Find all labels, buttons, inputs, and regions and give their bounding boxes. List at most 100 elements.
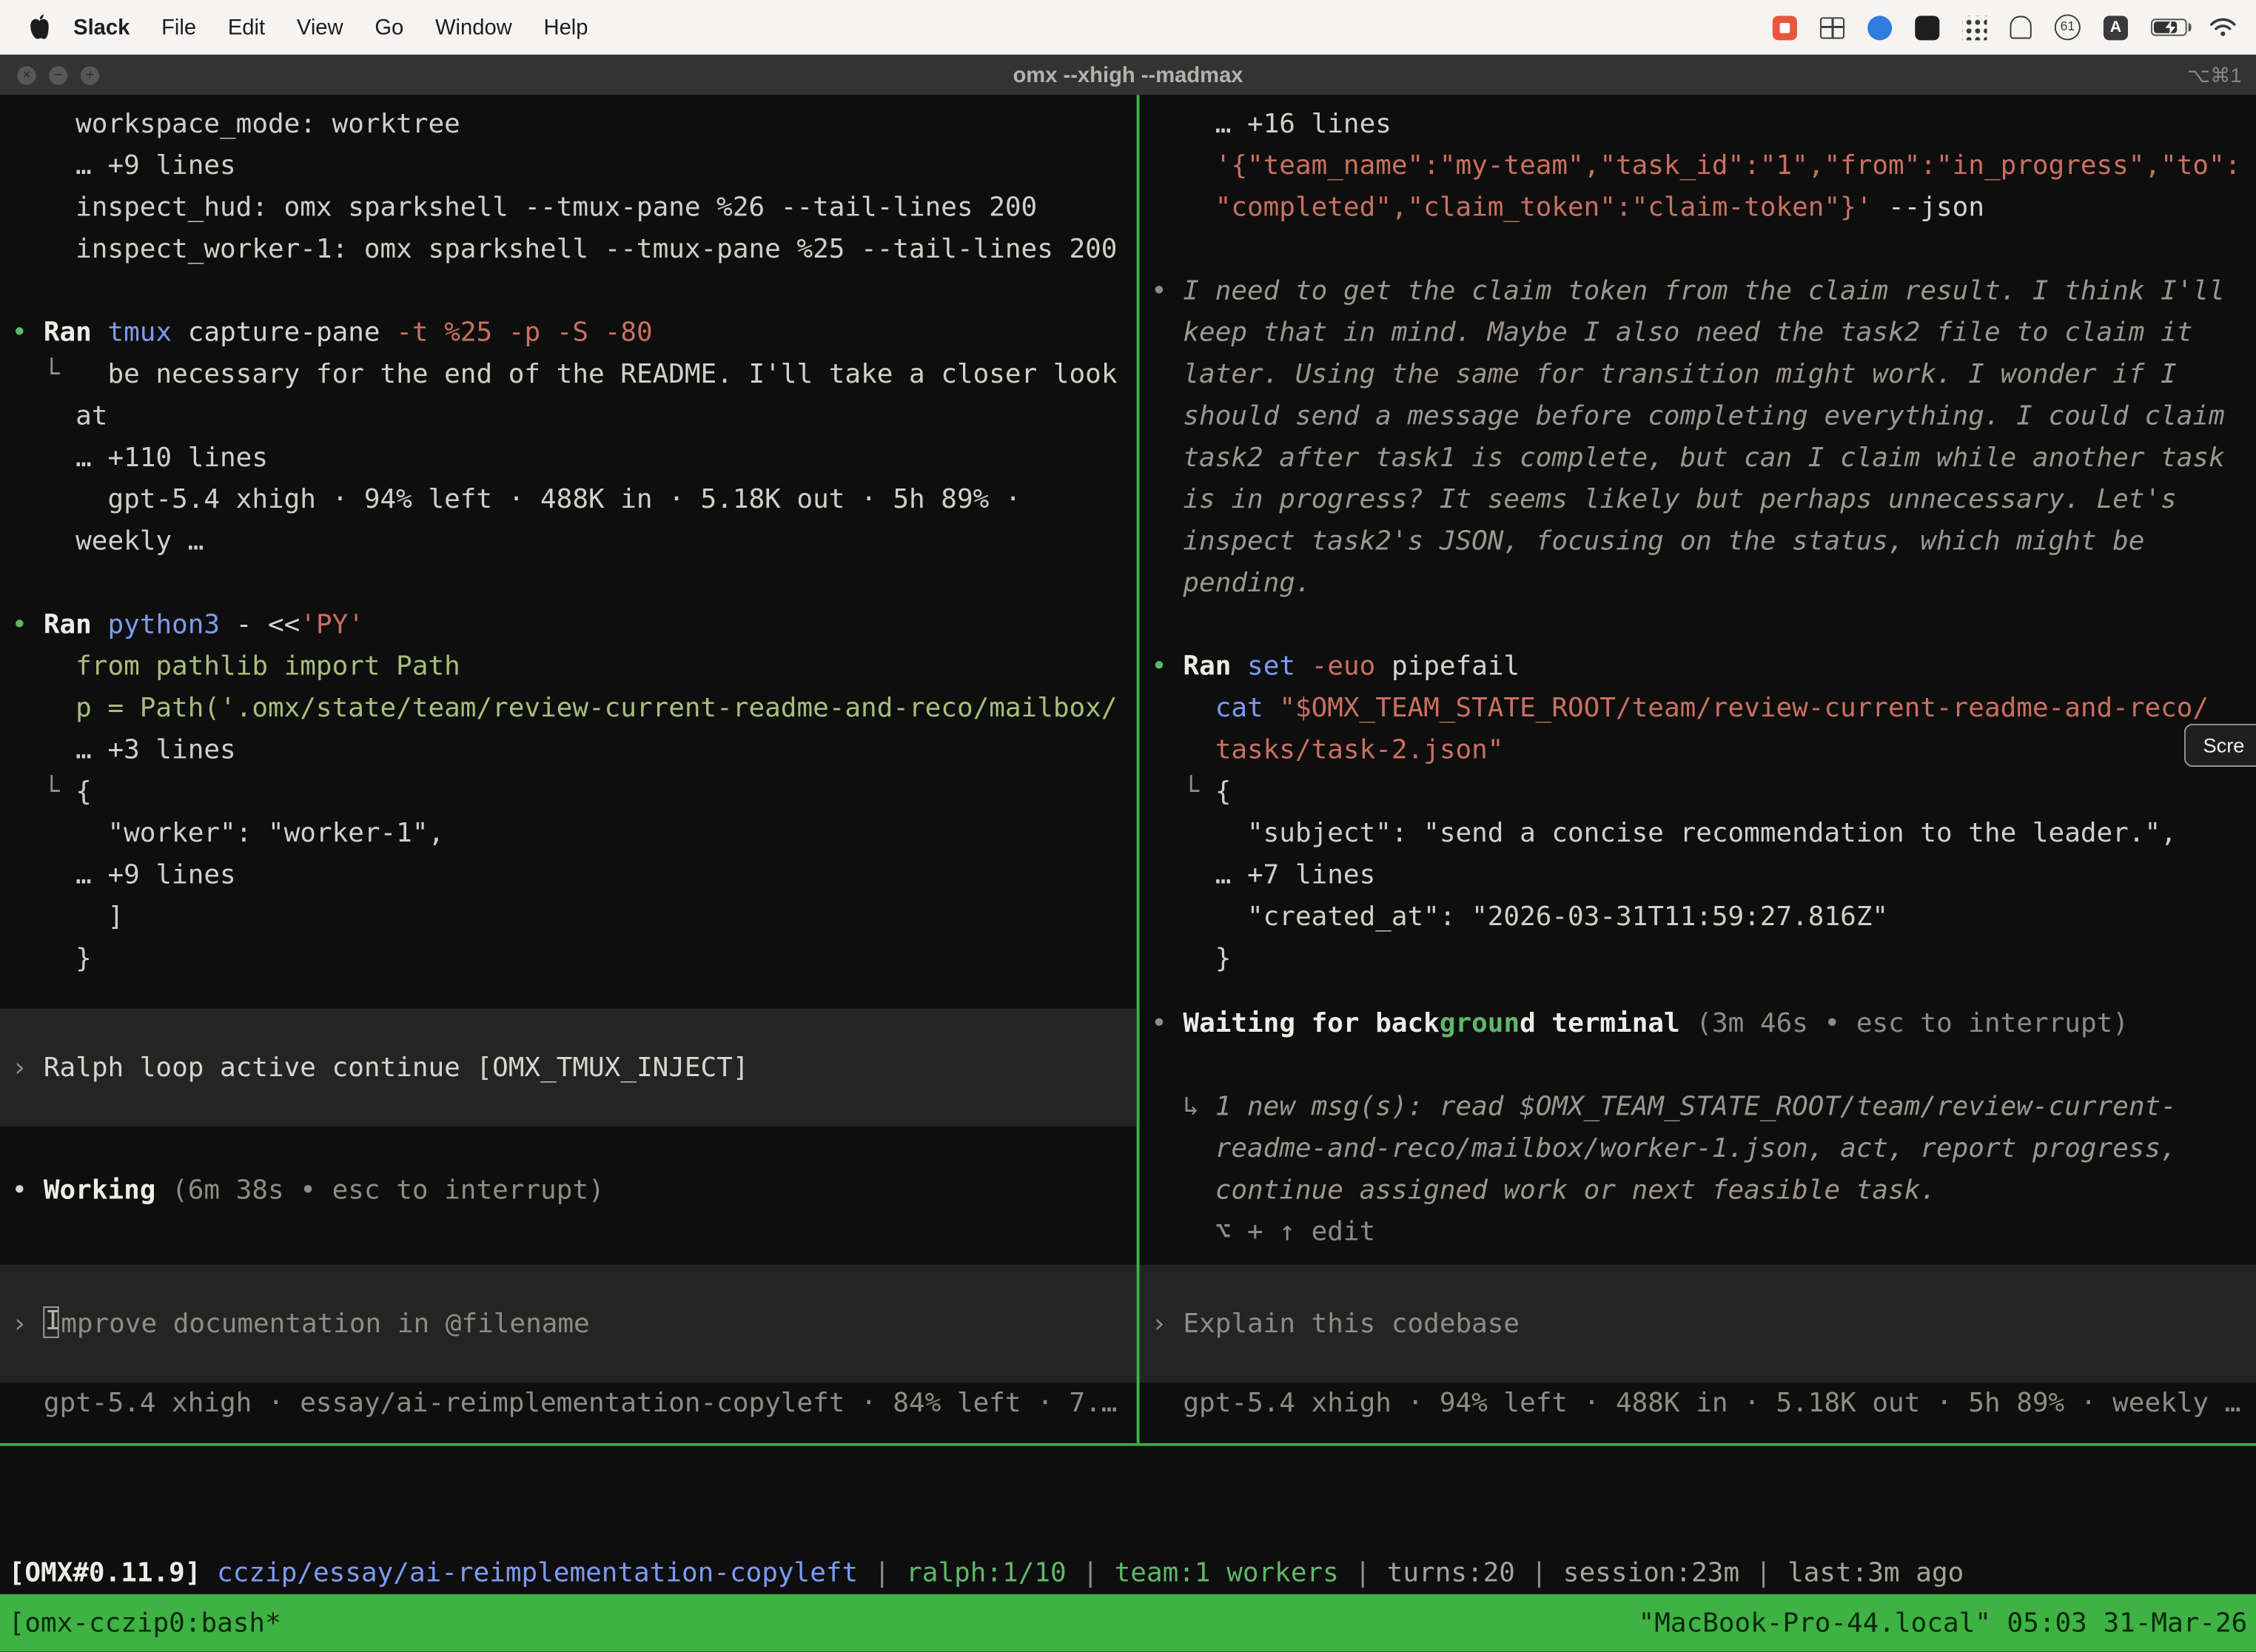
terminal-text: … +7 lines [1151, 860, 1375, 890]
terminal-text: "created_at": "2026-03-31T11:59:27.816Z" [1151, 902, 1888, 933]
screen: Slack FileEditViewGoWindowHelp 61 A [0, 0, 2256, 1652]
prompt-band[interactable]: › Explain this codebase [1140, 1265, 2256, 1383]
terminal-line: "created_at": "2026-03-31T11:59:27.816Z" [1151, 896, 2256, 938]
menu-window[interactable]: Window [420, 15, 528, 39]
blue-app-icon[interactable] [1867, 15, 1892, 39]
terminal-line: gpt-5.4 xhigh · 94% left · 488K in · 5.1… [12, 479, 1137, 520]
prompt-band[interactable]: › Improve documentation in @filename [0, 1265, 1137, 1383]
terminal-text: • [12, 1175, 44, 1206]
terminal-line: └ be necessary for the end of the README… [12, 354, 1137, 395]
dots-grid-icon [1962, 15, 1987, 39]
terminal-text: '{"team_name":"my-team","task_id":"1","f… [1151, 151, 2240, 181]
menu-bar: Slack FileEditViewGoWindowHelp 61 A [0, 0, 2256, 55]
terminal-text: Waiting for back [1183, 1009, 1439, 1039]
terminal-text: groun [1440, 1009, 1520, 1039]
terminal-text: … +16 lines [1151, 110, 1391, 140]
terminal-text: … +9 lines [12, 151, 236, 181]
terminal-text: 1 new msg(s): read $OMX_TEAM_STATE_ROOT/… [1215, 1092, 2177, 1122]
terminal-line: … +16 lines [1151, 104, 2256, 145]
launchpad-icon[interactable] [1962, 15, 1987, 39]
terminal-text: } [1151, 944, 1231, 974]
tmux-session-label[interactable]: [omx-cczip0:bash* [9, 1608, 281, 1638]
menu-help[interactable]: Help [528, 15, 604, 39]
terminal-text: keep that in mind. Maybe I also need the… [1151, 318, 2192, 349]
terminal-line: inspect task2's JSON, focusing on the st… [1151, 521, 2256, 563]
menu-file[interactable]: File [146, 15, 212, 39]
active-app-menu[interactable]: Slack [58, 15, 146, 39]
menu-view[interactable]: View [281, 15, 359, 39]
terminal-text: last:3m ago [1787, 1558, 1964, 1588]
terminal-text: ralph:1/10 [906, 1558, 1067, 1588]
wifi-arcs-icon [2210, 17, 2236, 37]
terminal-line: • Ran python3 - <<'PY' [12, 604, 1137, 645]
terminal-area: workspace_mode: worktree … +9 lines insp… [0, 95, 2256, 1443]
terminal-text: … +110 lines [12, 443, 268, 474]
terminal-line: … +7 lines [1151, 855, 2256, 896]
terminal-text: [OMX#0.11.9] [9, 1558, 217, 1588]
terminal-pane-right[interactable]: … +16 lines '{"team_name":"my-team","tas… [1140, 95, 2256, 1443]
terminal-line: } [1151, 938, 2256, 979]
terminal-text: "$OMX_TEAM_STATE_ROOT/team/review-curren… [1279, 694, 2209, 724]
text-cursor: I [44, 1306, 59, 1338]
prompt-band[interactable]: › Ralph loop active continue [OMX_TMUX_I… [0, 1009, 1137, 1126]
terminal-text: later. Using the same for transition mig… [1151, 360, 2177, 390]
menu-edit[interactable]: Edit [212, 15, 281, 39]
minimize-button[interactable]: − [49, 65, 67, 84]
badge-61-icon[interactable]: 61 [2055, 14, 2081, 40]
zoom-button[interactable]: + [81, 65, 99, 84]
terminal-text: | [1339, 1558, 1387, 1588]
terminal-text: pipefail [1391, 652, 1520, 682]
terminal-line: at [12, 396, 1137, 437]
recording-indicator-icon[interactable] [1773, 15, 1797, 39]
terminal-text: p = Path('.omx/state/team/review-current… [12, 694, 1118, 724]
terminal-text: cat [1151, 694, 1279, 724]
ghost-app-icon[interactable] [2010, 16, 2032, 38]
terminal-text: readme-and-reco/mailbox/worker-1.json, a… [1151, 1134, 2177, 1164]
terminal-text: cczip/essay/ai-reimplementation-copyleft [217, 1558, 858, 1588]
terminal-text: inspect_hud: omx sparkshell --tmux-pane … [12, 192, 1038, 223]
terminal-text: Working [44, 1175, 172, 1206]
badge-count: 61 [2055, 14, 2081, 40]
screen-share-overlay[interactable]: Scre [2184, 724, 2256, 767]
terminal-line: └ { [1151, 771, 2256, 813]
dark-square-icon [1915, 15, 1939, 39]
window-grid-icon[interactable] [1820, 16, 1844, 38]
terminal-pane-left[interactable]: workspace_mode: worktree … +9 lines insp… [0, 95, 1137, 1443]
terminal-line: cat "$OMX_TEAM_STATE_ROOT/team/review-cu… [1151, 688, 2256, 729]
terminal-line: • Ran set -euo pipefail [1151, 646, 2256, 688]
terminal-text: | [858, 1558, 906, 1588]
terminal-text: weekly … [12, 526, 204, 557]
terminal-line: is in progress? It seems likely but perh… [1151, 479, 2256, 520]
terminal-text: (3m 46s • esc to interrupt) [1696, 1009, 2129, 1039]
terminal-text: inspect_worker-1: omx sparkshell --tmux-… [12, 235, 1118, 265]
terminal-line: inspect_hud: omx sparkshell --tmux-pane … [12, 187, 1137, 229]
omx-status-area: [OMX#0.11.9] cczip/essay/ai-reimplementa… [0, 1446, 2256, 1594]
terminal-text: ] [12, 902, 124, 933]
terminal-text: turns:20 [1387, 1558, 1515, 1588]
terminal-text: Ran [1183, 652, 1247, 682]
dark-app-icon[interactable] [1915, 15, 1939, 39]
terminal-text: › [12, 1047, 44, 1088]
window-title-bar[interactable]: × − + omx --xhigh --madmax ⌥⌘1 [0, 55, 2256, 95]
terminal-text: • [12, 318, 44, 349]
battery-icon[interactable] [2151, 19, 2187, 36]
terminal-text: --json [1872, 192, 1984, 223]
terminal-text: "worker": "worker-1", [12, 819, 445, 849]
terminal-text: Ralph loop active continue [OMX_TMUX_INJ… [44, 1047, 749, 1088]
terminal-text: { [1215, 777, 1232, 807]
terminal-line: • Ran tmux capture-pane -t %25 -p -S -80 [12, 312, 1137, 354]
window-shortcut-hint: ⌥⌘1 [2187, 63, 2242, 87]
close-button[interactable]: × [17, 65, 36, 84]
terminal-text: 'PY' [300, 610, 364, 640]
terminal-text: • [12, 610, 44, 640]
terminal-line: … +9 lines [12, 855, 1137, 896]
terminal-text: ↳ [1151, 1092, 1215, 1122]
wifi-icon[interactable] [2210, 17, 2236, 37]
input-source-icon[interactable]: A [2104, 15, 2128, 39]
terminal-text: should send a message before completing … [1151, 401, 2225, 432]
terminal-text: › [1151, 1303, 1183, 1344]
terminal-text: └ [12, 777, 76, 807]
menu-go[interactable]: Go [359, 15, 420, 39]
terminal-text: Explain this codebase [1183, 1303, 1520, 1344]
apple-menu[interactable] [20, 14, 58, 40]
